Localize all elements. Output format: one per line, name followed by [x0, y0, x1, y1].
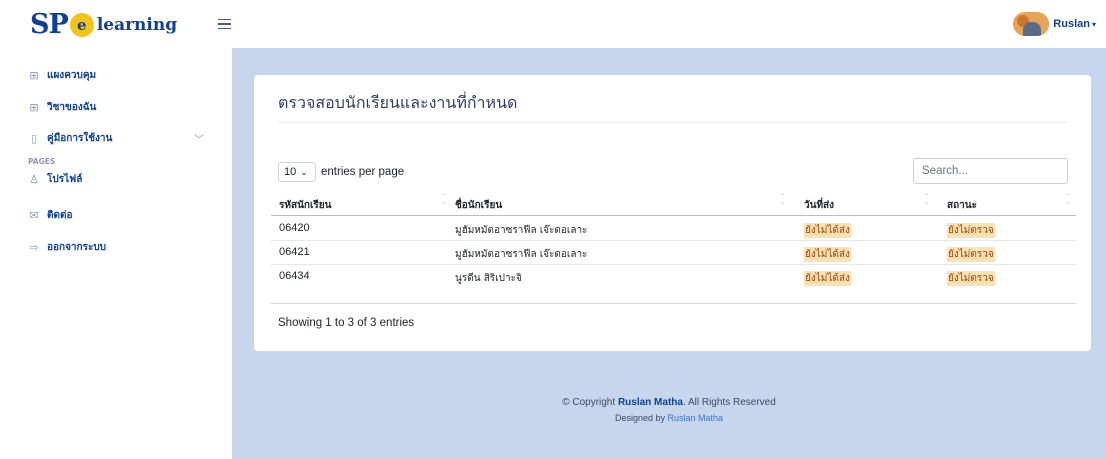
- submit-date-badge: ยังไม่ได้ส่ง: [804, 247, 851, 262]
- sidebar-item-contact[interactable]: ✉ ติดต่อ: [28, 208, 73, 223]
- logo-e-text: e: [77, 15, 87, 34]
- chevron-down-icon: ⌄: [300, 166, 308, 177]
- student-name: นูรดีน สิริเปาะจิ: [455, 273, 522, 284]
- page-title: ตรวจสอบนักเรียนและงานที่กำหนด: [278, 93, 518, 112]
- sort-icon[interactable]: ⌃ ⌄: [442, 194, 447, 206]
- logout-icon: ⇨: [29, 240, 39, 254]
- student-name: มูฮัมหมัดอาซราฟีล เจ๊ะดอเลาะ: [455, 249, 588, 260]
- sidebar-item-my-subjects[interactable]: ⊞ วิชาของฉัน: [28, 100, 96, 115]
- entries-per-page-select[interactable]: 10 ⌄: [278, 162, 316, 182]
- student-name: มูฮัมหมัดอาซราฟีล เจ๊ะดอเลาะ: [455, 225, 588, 236]
- logo-sunflower-icon: e: [69, 13, 94, 37]
- status-badge: ยังไม่ตรวจ: [947, 223, 995, 238]
- user-menu[interactable]: Ruslan ▾: [1013, 12, 1096, 36]
- table-bottom-border: [271, 303, 1076, 304]
- table-row: 06420 มูฮัมหมัดอาซราฟีล เจ๊ะดอเลาะ ยังไม…: [271, 217, 1076, 241]
- sort-icon[interactable]: ⌃ ⌄: [780, 194, 785, 206]
- sidebar-item-label: โปรไฟล์: [47, 174, 83, 185]
- sidebar-item-label: คู่มือการใช้งาน: [47, 133, 113, 144]
- column-header-submit-date[interactable]: วันที่ส่ง: [804, 198, 834, 213]
- status-badge: ยังไม่ตรวจ: [947, 247, 995, 262]
- grid-icon: ⊞: [29, 100, 39, 114]
- table-row: 06434 นูรดีน สิริเปาะจิ ยังไม่ได้ส่ง ยัง…: [271, 265, 1076, 289]
- search-input[interactable]: [913, 158, 1068, 184]
- hamburger-menu-icon[interactable]: [218, 14, 232, 34]
- student-id: 06420: [279, 222, 310, 234]
- site-logo[interactable]: SP e learning: [30, 9, 178, 40]
- column-header-student-id[interactable]: รหัสนักเรียน: [279, 198, 331, 213]
- entries-per-page-label: entries per page: [321, 166, 405, 178]
- column-header-student-name[interactable]: ชื่อนักเรียน: [455, 198, 502, 213]
- table-info-text: Showing 1 to 3 of 3 entries: [278, 317, 415, 329]
- sidebar-item-logout[interactable]: ⇨ ออกจากระบบ: [28, 240, 106, 255]
- submit-date-badge: ยังไม่ได้ส่ง: [804, 223, 851, 238]
- status-badge: ยังไม่ตรวจ: [947, 271, 995, 286]
- sidebar-item-label: ออกจากระบบ: [47, 242, 107, 253]
- copyright-suffix: . All Rights Reserved: [682, 397, 776, 408]
- top-header: SP e learning Ruslan ▾: [0, 0, 1106, 48]
- divider: [278, 122, 1068, 123]
- logo-learning-text: learning: [96, 15, 178, 35]
- sidebar-item-label: ติดต่อ: [47, 210, 73, 221]
- copyright-text: © Copyright Ruslan Matha. All Rights Res…: [232, 397, 1106, 408]
- main-content: ตรวจสอบนักเรียนและงานที่กำหนด 10 ⌄ entri…: [232, 48, 1106, 459]
- sort-icon[interactable]: ⌃ ⌄: [924, 194, 929, 206]
- student-id: 06434: [279, 270, 310, 282]
- student-id: 06421: [279, 246, 310, 258]
- sidebar: ⊞ แผงควบคุม ⊞ วิชาของฉัน ▯ คู่มือการใช้ง…: [0, 48, 232, 459]
- designed-prefix: Designed by: [614, 413, 665, 423]
- entries-per-page-value: 10: [284, 166, 297, 178]
- copyright-name: Ruslan Matha: [617, 397, 683, 408]
- avatar: [1013, 12, 1050, 36]
- user-name: Ruslan: [1053, 18, 1090, 30]
- submit-date-badge: ยังไม่ได้ส่ง: [804, 271, 851, 286]
- column-header-status[interactable]: สถานะ: [947, 198, 977, 213]
- chevron-down-icon[interactable]: ﹀: [194, 131, 204, 146]
- caret-down-icon: ▾: [1091, 19, 1096, 29]
- footer: © Copyright Ruslan Matha. All Rights Res…: [232, 397, 1106, 423]
- copyright-prefix: © Copyright: [562, 397, 616, 408]
- entries-per-page: 10 ⌄ entries per page: [278, 162, 404, 182]
- sidebar-item-manual[interactable]: ▯ คู่มือการใช้งาน: [28, 131, 112, 146]
- students-card: ตรวจสอบนักเรียนและงานที่กำหนด 10 ⌄ entri…: [254, 75, 1091, 351]
- book-icon: ▯: [30, 131, 38, 145]
- table-row: 06421 มูฮัมหมัดอาซราฟีล เจ๊ะดอเลาะ ยังไม…: [271, 241, 1076, 265]
- sidebar-item-dashboard[interactable]: ⊞ แผงควบคุม: [28, 68, 96, 83]
- sort-icon[interactable]: ⌃ ⌄: [1066, 194, 1071, 206]
- envelope-icon: ✉: [29, 208, 39, 222]
- grid-icon: ⊞: [29, 68, 39, 82]
- sidebar-item-profile[interactable]: ♙ โปรไฟล์: [28, 172, 82, 187]
- designer-link[interactable]: Ruslan Matha: [668, 413, 724, 423]
- table-header-row: รหัสนักเรียน ⌃ ⌄ ชื่อนักเรียน ⌃ ⌄ วันที่ส่…: [271, 192, 1076, 216]
- sidebar-item-label: แผงควบคุม: [47, 70, 97, 81]
- sidebar-item-label: วิชาของฉัน: [47, 102, 97, 113]
- sidebar-heading-pages: PAGES: [28, 157, 56, 166]
- logo-sp-text: SP: [30, 9, 69, 40]
- designed-by-text: Designed by Ruslan Matha: [232, 413, 1106, 423]
- person-icon: ♙: [29, 172, 39, 186]
